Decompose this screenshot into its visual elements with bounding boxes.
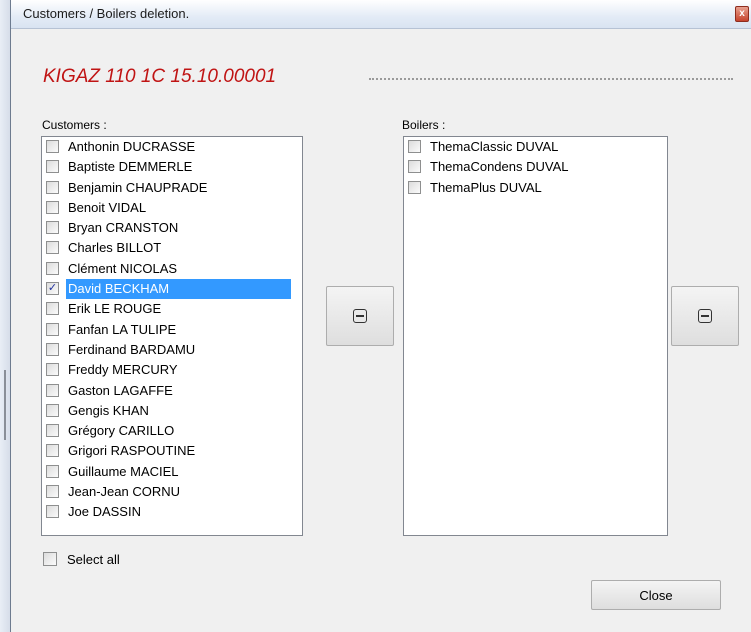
list-item-label: Jean-Jean CORNU [68,484,180,500]
list-item[interactable]: Anthonin DUCRASSE [42,137,302,157]
list-item[interactable]: Benjamin CHAUPRADE [42,178,302,198]
list-item-label: Grégory CARILLO [68,423,175,439]
select-all-label: Select all [67,552,120,567]
list-item[interactable]: Guillaume MACIEL [42,462,302,482]
list-item-label: Guillaume MACIEL [68,463,179,479]
remove-boiler-button[interactable] [671,286,739,346]
list-item[interactable]: Fanfan LA TULIPE [42,320,302,340]
list-item-label: Bryan CRANSTON [68,220,179,236]
checkbox-icon[interactable] [46,363,59,377]
list-item-label: Grigori RASPOUTINE [68,443,196,459]
list-item[interactable]: Grégory CARILLO [42,421,302,441]
list-item[interactable]: Erik LE ROUGE [42,299,302,319]
heading-divider [369,78,733,80]
checkbox-icon[interactable] [46,180,59,194]
close-button[interactable]: Close [591,580,721,610]
close-window-icon[interactable]: x [735,6,749,22]
list-item-label: ThemaPlus DUVAL [430,179,542,195]
checkbox-icon[interactable] [46,464,59,478]
list-item[interactable]: Grigori RASPOUTINE [42,441,302,461]
list-item-label: Benoit VIDAL [68,199,147,215]
checkbox-icon[interactable] [46,241,59,255]
checkbox-icon[interactable] [46,261,59,275]
checkbox-icon[interactable] [46,485,59,499]
list-item[interactable]: ThemaCondens DUVAL [404,157,667,177]
list-item-label: Ferdinand BARDAMU [68,341,196,357]
checkbox-icon[interactable] [46,322,59,336]
list-item[interactable]: Ferdinand BARDAMU [42,340,302,360]
page-title: KIGAZ 110 1C 15.10.00001 [43,66,277,87]
boilers-listbox[interactable]: ThemaClassic DUVAL ThemaCondens DUVAL Them… [403,136,668,536]
list-item[interactable]: Gengis KHAN [42,401,302,421]
list-item-label: Fanfan LA TULIPE [68,321,177,337]
list-item[interactable]: Gaston LAGAFFE [42,381,302,401]
list-item[interactable]: ThemaPlus DUVAL [404,178,667,198]
checkbox-icon[interactable] [408,180,421,194]
checkbox-icon[interactable] [46,302,59,316]
checkbox-icon[interactable] [46,342,59,356]
remove-customer-button[interactable] [326,286,394,346]
checkbox-icon[interactable] [46,444,59,458]
list-item[interactable]: Clément NICOLAS [42,259,302,279]
checkbox-icon[interactable] [46,424,59,438]
list-item-label: Gaston LAGAFFE [68,382,173,398]
minus-icon [353,309,367,323]
list-item-label: ThemaClassic DUVAL [430,139,559,154]
checkbox-checked-icon[interactable]: ✓ [46,282,59,296]
dialog-window: Customers / Boilers deletion. x KIGAZ 11… [10,0,751,632]
customers-listbox[interactable]: Anthonin DUCRASSE Baptiste DEMMERLE Benjam… [41,136,303,536]
checkbox-icon[interactable] [46,383,59,397]
list-item[interactable]: Benoit VIDAL [42,198,302,218]
list-item[interactable]: Joe DASSIN [42,502,302,522]
list-item-label: Clément NICOLAS [68,260,178,276]
checkbox-icon[interactable] [46,403,59,417]
list-item[interactable]: Bryan CRANSTON [42,218,302,238]
checkbox-icon[interactable] [408,140,421,153]
list-item-label: ThemaCondens DUVAL [430,159,569,175]
list-item-label: David BECKHAM [66,279,291,300]
list-item-label: Joe DASSIN [68,504,141,520]
minus-icon [698,309,712,323]
list-item[interactable]: Baptiste DEMMERLE [42,157,302,177]
list-item-label: Gengis KHAN [68,402,149,418]
list-item-label: Erik LE ROUGE [68,301,162,317]
list-item-label: Anthonin DUCRASSE [68,139,196,154]
boilers-label: Boilers : [402,118,446,132]
checkbox-icon[interactable] [46,200,59,214]
background-window-edge [4,370,6,440]
checkbox-icon[interactable] [408,160,421,174]
background-window-strip [0,0,10,632]
list-item-label: Charles BILLOT [68,240,162,256]
close-button-label: Close [639,588,673,603]
checkbox-icon[interactable] [46,140,59,153]
checkbox-icon[interactable] [46,221,59,235]
list-item[interactable]: Jean-Jean CORNU [42,482,302,502]
checkbox-icon[interactable] [46,160,59,174]
customers-label: Customers : [42,118,107,132]
checkbox-icon[interactable] [43,552,57,566]
list-item[interactable]: Freddy MERCURY [42,360,302,380]
window-title: Customers / Boilers deletion. [23,6,190,21]
list-item-label: Freddy MERCURY [68,362,178,378]
list-item[interactable]: Charles BILLOT [42,238,302,258]
checkbox-icon[interactable] [46,505,59,519]
title-bar[interactable]: Customers / Boilers deletion. x [11,0,751,29]
list-item-label: Baptiste DEMMERLE [68,159,193,175]
list-item[interactable]: ✓ David BECKHAM [42,279,302,300]
list-item[interactable]: ThemaClassic DUVAL [404,137,667,157]
list-item-label: Benjamin CHAUPRADE [68,179,208,195]
